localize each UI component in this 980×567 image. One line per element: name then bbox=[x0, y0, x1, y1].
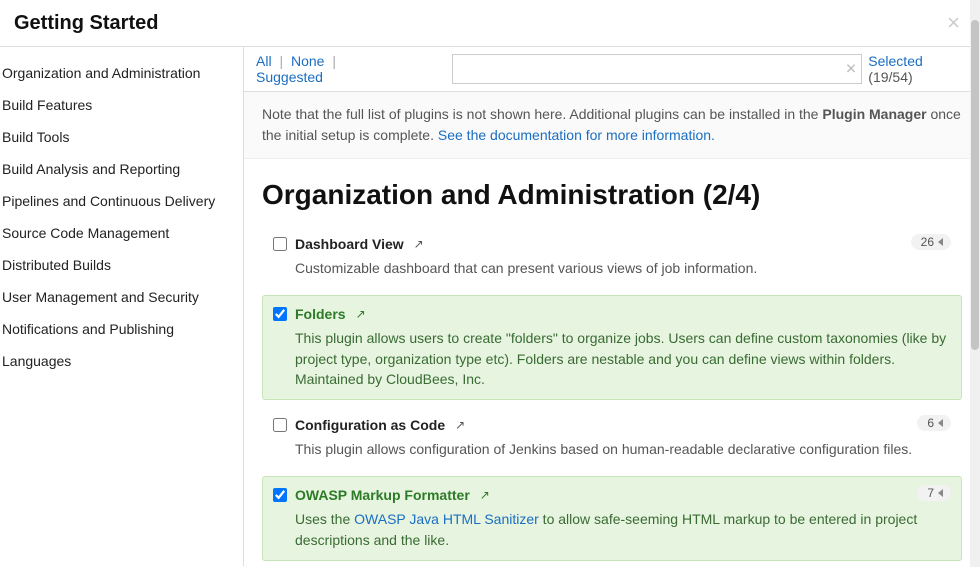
external-link-icon[interactable]: ↗ bbox=[480, 488, 490, 502]
badge-collapse-icon bbox=[938, 419, 943, 427]
sidebar-item-user-management[interactable]: User Management and Security bbox=[0, 281, 243, 313]
badge-collapse-icon bbox=[938, 238, 943, 246]
notice-bar: Note that the full list of plugins is no… bbox=[244, 92, 980, 159]
sidebar-item-build-analysis[interactable]: Build Analysis and Reporting bbox=[0, 153, 243, 185]
plugin-row-owasp[interactable]: 7 OWASP Markup Formatter ↗ Uses the OWAS… bbox=[262, 476, 962, 561]
sidebar-item-build-features[interactable]: Build Features bbox=[0, 89, 243, 121]
sidebar-item-notifications[interactable]: Notifications and Publishing bbox=[0, 313, 243, 345]
external-link-icon[interactable]: ↗ bbox=[455, 418, 465, 432]
plugin-desc: Customizable dashboard that can present … bbox=[295, 258, 949, 278]
plugin-name: Configuration as Code bbox=[295, 417, 445, 433]
section-title-organization: Organization and Administration (2/4) bbox=[262, 179, 962, 211]
selected-link[interactable]: Selected bbox=[868, 53, 922, 69]
filter-sep: | bbox=[279, 53, 283, 69]
scrollbar[interactable] bbox=[970, 0, 980, 567]
plugin-row-dashboard-view[interactable]: 26 Dashboard View ↗ Customizable dashboa… bbox=[262, 225, 962, 289]
modal-title: Getting Started bbox=[14, 12, 158, 35]
badge[interactable]: 7 bbox=[917, 485, 951, 501]
sidebar-item-languages[interactable]: Languages bbox=[0, 345, 243, 377]
external-link-icon[interactable]: ↗ bbox=[356, 307, 366, 321]
plugin-checkbox[interactable] bbox=[273, 307, 287, 321]
badge[interactable]: 6 bbox=[917, 415, 951, 431]
selected-counter: Selected (19/54) bbox=[868, 53, 968, 85]
badge[interactable]: 26 bbox=[911, 234, 951, 250]
sidebar: Organization and Administration Build Fe… bbox=[0, 47, 244, 566]
sidebar-item-build-tools[interactable]: Build Tools bbox=[0, 121, 243, 153]
sidebar-item-pipelines[interactable]: Pipelines and Continuous Delivery bbox=[0, 185, 243, 217]
filter-bar: All | None | Suggested × Selected (19/54… bbox=[244, 47, 980, 92]
plugin-desc: This plugin allows users to create "fold… bbox=[295, 328, 949, 389]
sidebar-item-distributed[interactable]: Distributed Builds bbox=[0, 249, 243, 281]
filter-all-link[interactable]: All bbox=[256, 53, 272, 69]
notice-text-pre: Note that the full list of plugins is no… bbox=[262, 106, 822, 122]
plugin-desc: Uses the OWASP Java HTML Sanitizer to al… bbox=[295, 509, 949, 550]
plugin-checkbox[interactable] bbox=[273, 237, 287, 251]
owasp-sanitizer-link[interactable]: OWASP Java HTML Sanitizer bbox=[354, 511, 539, 527]
plugin-checkbox[interactable] bbox=[273, 418, 287, 432]
filter-none-link[interactable]: None bbox=[291, 53, 324, 69]
badge-collapse-icon bbox=[938, 489, 943, 497]
modal-header: Getting Started × bbox=[0, 0, 980, 47]
notice-doc-link[interactable]: See the documentation for more informati… bbox=[438, 127, 715, 143]
notice-bold: Plugin Manager bbox=[822, 106, 926, 122]
selected-count-text: (19/54) bbox=[868, 69, 912, 85]
plugin-row-config-as-code[interactable]: 6 Configuration as Code ↗ This plugin al… bbox=[262, 406, 962, 470]
plugin-desc: This plugin allows configuration of Jenk… bbox=[295, 439, 949, 459]
plugin-name: Folders bbox=[295, 306, 346, 322]
filter-sep: | bbox=[332, 53, 336, 69]
search-clear-icon[interactable]: × bbox=[846, 59, 857, 80]
search-input[interactable] bbox=[452, 54, 862, 84]
sidebar-item-organization[interactable]: Organization and Administration bbox=[0, 57, 243, 89]
main-panel: All | None | Suggested × Selected (19/54… bbox=[244, 47, 980, 566]
plugin-row-folders[interactable]: Folders ↗ This plugin allows users to cr… bbox=[262, 295, 962, 400]
plugin-name: OWASP Markup Formatter bbox=[295, 487, 470, 503]
sidebar-item-scm[interactable]: Source Code Management bbox=[0, 217, 243, 249]
filter-suggested-link[interactable]: Suggested bbox=[256, 69, 323, 85]
external-link-icon[interactable]: ↗ bbox=[414, 237, 424, 251]
plugin-name: Dashboard View bbox=[295, 236, 404, 252]
close-icon[interactable]: × bbox=[941, 10, 966, 36]
scrollbar-thumb[interactable] bbox=[971, 20, 979, 350]
plugin-checkbox[interactable] bbox=[273, 488, 287, 502]
